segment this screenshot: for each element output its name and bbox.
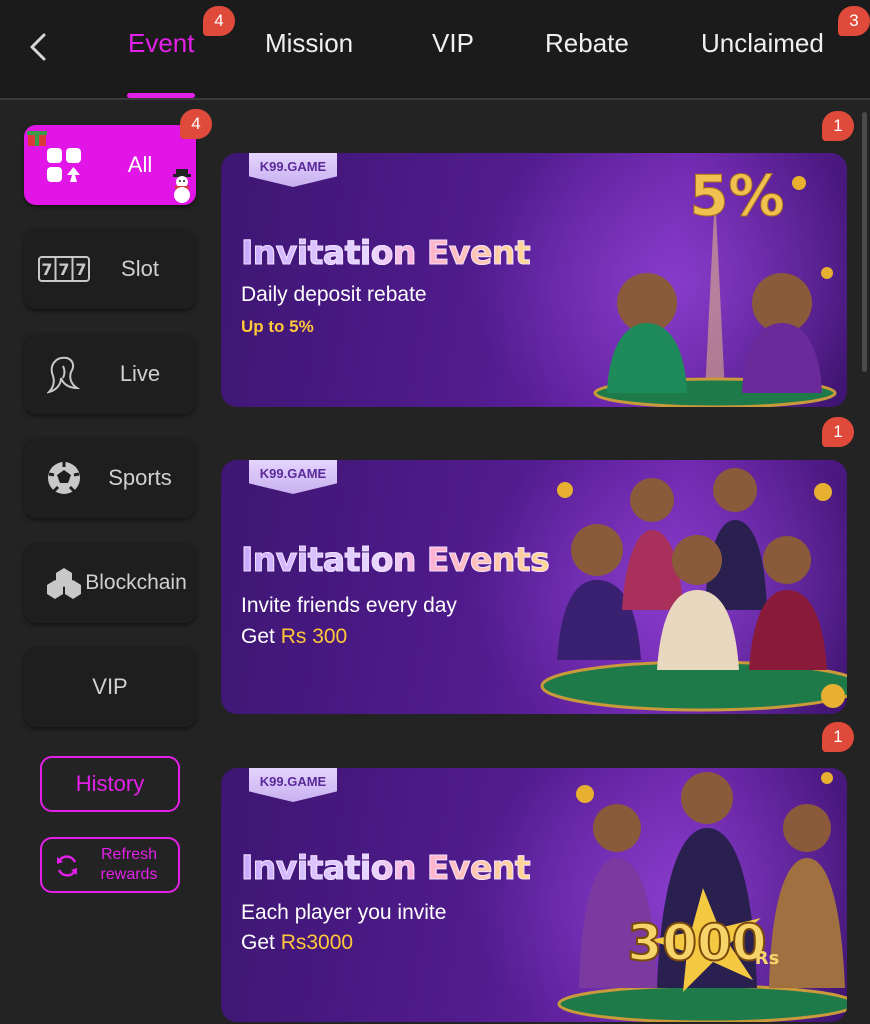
- sidebar-item-label: Blockchain: [85, 571, 187, 594]
- sidebar-item-label: Slot: [121, 256, 159, 281]
- sidebar-item-label: Live: [119, 361, 161, 386]
- tab-unclaimed-badge: 3: [838, 6, 870, 36]
- tab-label: Event: [128, 28, 195, 58]
- tab-rebate[interactable]: Rebate: [545, 28, 629, 68]
- brand-tag: K99.GAME: [249, 460, 337, 494]
- sidebar-item-all[interactable]: All: [24, 125, 196, 205]
- back-button[interactable]: [22, 30, 54, 64]
- casino-dealers-illustration: 5%: [593, 164, 837, 407]
- banner-badge: 1: [822, 722, 854, 752]
- refresh-rewards-label: Refresh rewards: [100, 846, 158, 883]
- svg-text:7: 7: [58, 260, 69, 279]
- slot-777-icon: 7 7 7: [38, 249, 90, 289]
- soccer-ball-icon: [38, 458, 90, 498]
- tab-label: Unclaimed: [701, 28, 824, 58]
- banner-reward: Get Rs3000: [241, 931, 353, 955]
- sidebar-item-live[interactable]: Live: [24, 334, 196, 414]
- sidebar-item-slot[interactable]: 7 7 7 Slot: [24, 229, 196, 309]
- top-tab-bar: Event 4 Mission VIP Rebate Unclaimed 3: [0, 0, 870, 100]
- tab-unclaimed[interactable]: Unclaimed: [701, 28, 824, 68]
- sidebar-item-sports[interactable]: Sports: [24, 438, 196, 518]
- banner-badge: 1: [822, 417, 854, 447]
- history-button[interactable]: History: [40, 756, 180, 812]
- scrollbar[interactable]: [862, 112, 867, 372]
- sidebar-item-blockchain[interactable]: Blockchain: [24, 543, 196, 623]
- chevron-left-icon: [30, 33, 46, 61]
- history-label: History: [75, 771, 145, 796]
- banner-title-b: Event: [426, 233, 531, 273]
- banner-reward: Get Rs 300: [241, 625, 347, 649]
- banner-title-b: Events: [426, 540, 550, 580]
- reward-prefix: Get: [241, 625, 275, 648]
- banner-subtitle: Invite friends every day: [241, 594, 457, 617]
- banner-badge: 1: [822, 111, 854, 141]
- event-banner-invite-friends[interactable]: K99.GAME Invitation Events Invite friend…: [221, 460, 847, 714]
- percent-art-text: 5%: [689, 164, 784, 229]
- tab-event-badge: 4: [203, 6, 235, 36]
- reward-amount: Rs 300: [280, 625, 348, 648]
- svg-text:7: 7: [41, 260, 52, 279]
- tab-label: VIP: [432, 28, 474, 58]
- brand-tag: K99.GAME: [249, 153, 337, 187]
- celebrities-3000-illustration: 3000 Rs: [557, 772, 847, 1022]
- banner-title: Invitation Events: [241, 540, 551, 580]
- reward-art-unit: Rs: [755, 948, 780, 969]
- grid-icon: [38, 145, 90, 185]
- snowman-icon: [173, 169, 191, 203]
- banner-title: Invitation Event: [241, 233, 532, 273]
- sidebar-item-label: VIP: [92, 674, 128, 699]
- sidebar-all-badge: 4: [180, 109, 212, 139]
- tab-label: Mission: [265, 28, 354, 58]
- active-tab-indicator: [127, 93, 195, 98]
- banner-title-a: Invitation: [241, 540, 417, 580]
- live-dealer-icon: [38, 354, 90, 394]
- sidebar-item-vip[interactable]: VIP: [24, 647, 196, 727]
- tab-event[interactable]: Event: [128, 28, 195, 68]
- banner-title: Invitation Event: [241, 848, 532, 888]
- banner-title-a: Invitation: [241, 233, 417, 273]
- reward-prefix: Get: [241, 931, 275, 954]
- tab-vip[interactable]: VIP: [432, 28, 474, 68]
- players-group-illustration: [540, 468, 847, 712]
- event-banner-invite-player[interactable]: K99.GAME Invitation Event Each player yo…: [221, 768, 847, 1022]
- banner-subtitle: Daily deposit rebate: [241, 283, 427, 306]
- event-banner-deposit-rebate[interactable]: K99.GAME Invitation Event Daily deposit …: [221, 153, 847, 407]
- banner-title-a: Invitation: [241, 848, 417, 888]
- refresh-rewards-button[interactable]: Refresh rewards: [40, 837, 180, 893]
- reward-amount: Rs3000: [280, 931, 354, 954]
- gift-icon: [27, 131, 47, 146]
- refresh-icon: [57, 855, 77, 877]
- tab-mission[interactable]: Mission: [265, 28, 353, 68]
- sidebar-item-label: Sports: [108, 465, 172, 490]
- svg-text:7: 7: [75, 260, 86, 279]
- tab-label: Rebate: [545, 28, 629, 58]
- banner-title-b: Event: [426, 848, 531, 888]
- banner-subtitle: Each player you invite: [241, 901, 447, 924]
- brand-tag: K99.GAME: [249, 768, 337, 802]
- reward-art-amount: 3000: [627, 914, 766, 972]
- banner-highlight: Up to 5%: [241, 317, 314, 336]
